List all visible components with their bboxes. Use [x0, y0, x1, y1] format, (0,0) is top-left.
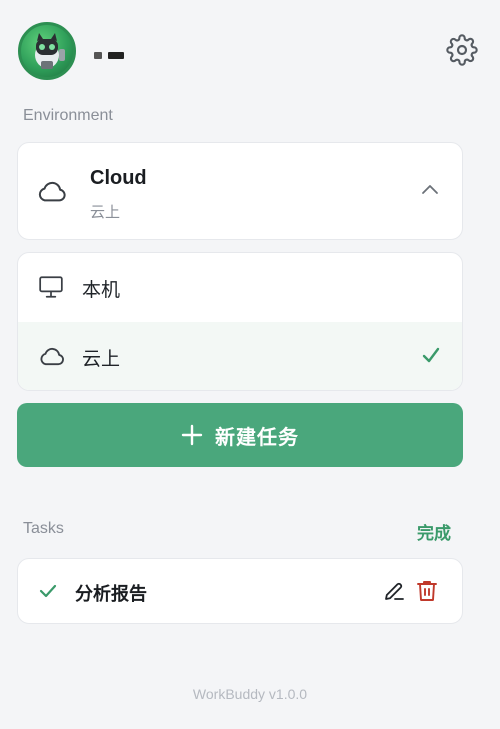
environment-selector[interactable]: Cloud 云上 [17, 142, 463, 240]
tasks-label: Tasks [23, 520, 64, 537]
gear-icon [446, 34, 478, 66]
cloud-icon [36, 177, 68, 209]
monitor-icon [38, 275, 64, 303]
avatar[interactable] [18, 22, 76, 80]
settings-button[interactable] [446, 34, 478, 66]
task-label: 分析报告 [75, 584, 147, 605]
new-task-label: 新建任务 [215, 424, 299, 449]
chevron-up-icon [420, 181, 440, 200]
redacted-block [108, 51, 124, 59]
plus-icon [181, 424, 203, 446]
robot-avatar-icon [35, 33, 65, 69]
username-redacted [94, 50, 124, 60]
trash-icon [417, 581, 437, 601]
environment-title: Cloud [90, 167, 147, 189]
app-root: Environment Cloud 云上 本机 云上 新建任务 Tasks 完成… [0, 0, 500, 729]
done-button[interactable]: 完成 [417, 519, 451, 544]
delete-button[interactable] [416, 579, 438, 607]
option-local-label: 本机 [82, 279, 121, 301]
redacted-block [94, 51, 102, 59]
option-local[interactable]: 本机 [18, 253, 462, 322]
environment-options: 本机 云上 [17, 252, 463, 391]
header [18, 22, 482, 80]
option-cloud[interactable]: 云上 [18, 322, 462, 390]
pencil-icon [385, 582, 404, 600]
new-task-button[interactable]: 新建任务 [17, 403, 463, 467]
cloud-icon [38, 344, 66, 372]
check-icon [38, 582, 58, 604]
task-item[interactable]: 分析报告 [17, 558, 463, 624]
version-label: WorkBuddy v1.0.0 [192, 686, 308, 702]
option-cloud-label: 云上 [82, 348, 121, 370]
environment-subtitle: 云上 [90, 203, 121, 221]
check-icon [420, 344, 442, 370]
environment-label: Environment [23, 107, 113, 124]
edit-button[interactable] [382, 579, 406, 607]
